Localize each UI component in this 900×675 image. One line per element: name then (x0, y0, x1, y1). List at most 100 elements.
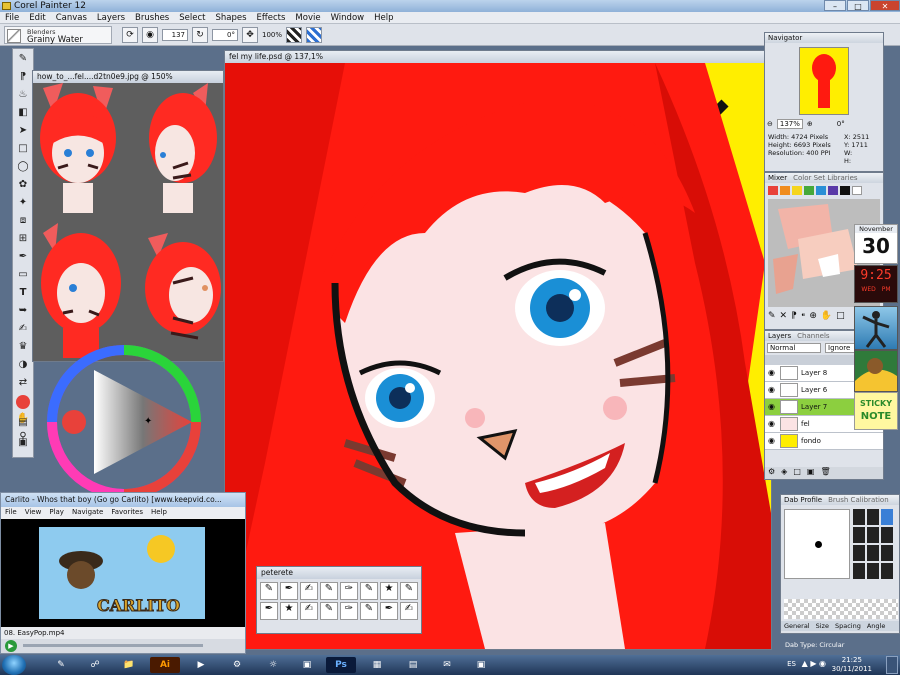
oval-select-icon[interactable]: ◯ (14, 159, 32, 175)
explorer-taskbar-icon[interactable]: 📁 (114, 657, 144, 673)
mixer-clear-icon[interactable]: □ (836, 311, 845, 321)
angle-field[interactable]: 0° (212, 29, 238, 41)
profile-swatch[interactable] (881, 563, 893, 579)
star-brush-icon[interactable]: ★ (280, 602, 298, 620)
mirror-icon[interactable]: ⇄ (14, 375, 32, 391)
media-player-taskbar-icon[interactable]: ▶ (186, 657, 216, 673)
layer-adjuster-icon[interactable]: ➤ (14, 123, 32, 139)
composite-method-select[interactable]: Normal (767, 343, 821, 353)
layer-commands-icon[interactable]: ⚙ (768, 467, 775, 479)
brush-tool-icon[interactable]: ✎ (14, 51, 32, 67)
cloner-icon[interactable]: ✍ (14, 321, 32, 337)
visibility-eye-icon[interactable]: ◉ (768, 437, 775, 445)
dropper-icon[interactable]: ⁋ (14, 69, 32, 85)
tab-size[interactable]: Size (816, 621, 829, 631)
tab-layers[interactable]: Layers (768, 331, 791, 341)
tab-channels[interactable]: Channels (797, 331, 829, 341)
profile-swatch[interactable] (867, 545, 879, 561)
new-layer-icon[interactable]: □ (793, 467, 801, 479)
profile-swatch[interactable] (881, 509, 893, 525)
start-button[interactable] (2, 655, 26, 675)
tab-spacing[interactable]: Spacing (835, 621, 861, 631)
brush-icon[interactable]: ✍ (300, 602, 318, 620)
color-wheel-panel[interactable]: ✦ (46, 344, 202, 500)
checker-icon[interactable] (286, 27, 303, 43)
brush-icon[interactable]: ✒ (260, 602, 278, 620)
main-color-swatch[interactable] (16, 395, 30, 409)
profile-swatch[interactable] (853, 509, 865, 525)
eraser-icon[interactable]: ◧ (14, 105, 32, 121)
brush-icon[interactable]: ✎ (360, 582, 378, 600)
clock-gadget[interactable]: 9:25 WED PM (854, 265, 898, 303)
swatch-orange[interactable] (780, 186, 790, 195)
menu-canvas[interactable]: Canvas (51, 12, 92, 23)
menu-select[interactable]: Select (174, 12, 210, 23)
player-menu-file[interactable]: File (5, 507, 17, 518)
close-button[interactable]: ✕ (870, 0, 900, 11)
brush-size-icon[interactable]: ◉ (142, 27, 158, 43)
tab-color-set-libraries[interactable]: Color Set Libraries (793, 173, 857, 183)
brush-icon[interactable]: ✍ (300, 582, 318, 600)
custom-brush-palette[interactable]: peterete ✎ ✒ ✍ ✎ ✑ ✎ ★ ✎ ✒ ★ ✍ ✎ ✑ ✎ ✒ ✍ (256, 566, 422, 634)
brush-selector[interactable]: Blenders Grainy Water (4, 26, 112, 45)
screen-mode-icon[interactable]: ▣ (14, 435, 32, 451)
ie-taskbar-icon[interactable]: ☍ (80, 657, 110, 673)
player-menu-view[interactable]: View (25, 507, 42, 518)
visibility-eye-icon[interactable]: ◉ (768, 403, 775, 411)
video-area[interactable]: CARLITO (1, 519, 245, 627)
brush-icon[interactable]: ✎ (360, 602, 378, 620)
transform-icon[interactable]: ⧈ (14, 213, 32, 229)
system-clock[interactable]: 21:25 30/11/2011 (832, 656, 872, 674)
brush-icon[interactable]: ✎ (320, 582, 338, 600)
tab-mixer[interactable]: Mixer (768, 173, 787, 183)
brush-icon[interactable]: ✒ (380, 602, 398, 620)
player-menu-favorites[interactable]: Favorites (111, 507, 143, 518)
reference-window[interactable]: how_to_...fel....d2tn0e9.jpg @ 150% (32, 70, 224, 362)
profile-swatch[interactable] (853, 563, 865, 579)
document-window[interactable]: fel my life.psd @ 137,1% (224, 50, 772, 650)
sticky-note-gadget[interactable]: STICKY NOTE (854, 392, 898, 430)
brush-icon[interactable]: ✒ (280, 582, 298, 600)
dodge-icon[interactable]: ◑ (14, 357, 32, 373)
layer-row[interactable]: ◉ fondo (765, 433, 883, 450)
swatch-blue[interactable] (816, 186, 826, 195)
magic-wand-icon[interactable]: ✦ (14, 195, 32, 211)
zoom-out-icon[interactable]: ⊖ (767, 120, 773, 128)
text-icon[interactable]: T (14, 285, 32, 301)
brush-icon[interactable]: ✑ (340, 582, 358, 600)
desktop-taskbar-icon[interactable]: ▣ (466, 657, 496, 673)
tray-icons[interactable]: ▲ ▶ ◉ (802, 659, 826, 668)
mixer-zoom-icon[interactable]: ⊕ (809, 311, 817, 321)
brush-icon[interactable]: ✍ (400, 602, 418, 620)
calendar-taskbar-icon[interactable]: ▤ (398, 657, 428, 673)
layer-mask-icon[interactable]: ▣ (807, 467, 815, 479)
brush-icon[interactable]: ✎ (260, 582, 278, 600)
swatch-yellow[interactable] (792, 186, 802, 195)
brush-icon[interactable]: ✑ (340, 602, 358, 620)
visibility-eye-icon[interactable]: ◉ (768, 420, 775, 428)
reference-canvas[interactable] (33, 83, 223, 361)
swatch-purple[interactable] (828, 186, 838, 195)
reset-tool-icon[interactable]: ⟳ (122, 27, 138, 43)
app2-taskbar-icon[interactable]: ▦ (362, 657, 392, 673)
menu-help[interactable]: Help (369, 12, 398, 23)
media-player-window[interactable]: Carlito - Whos that boy (Go go Carlito) … (0, 492, 246, 654)
profile-swatch[interactable] (881, 527, 893, 543)
star-brush-icon[interactable]: ★ (380, 582, 398, 600)
photoshop-taskbar-icon[interactable]: Ps (326, 657, 356, 673)
paint-bucket-icon[interactable]: ♨ (14, 87, 32, 103)
profile-swatch[interactable] (867, 563, 879, 579)
document-canvas[interactable] (225, 63, 771, 649)
player-menu-help[interactable]: Help (151, 507, 167, 518)
swatch-black[interactable] (840, 186, 850, 195)
swatch-red[interactable] (768, 186, 778, 195)
mixer-brush-icon[interactable]: ✎ (768, 311, 776, 321)
tab-brush-calibration[interactable]: Brush Calibration (828, 495, 889, 505)
mixer-multi-dropper-icon[interactable]: ⁌ (801, 311, 806, 321)
picture-gadget[interactable] (854, 350, 898, 392)
menu-window[interactable]: Window (326, 12, 370, 23)
profile-swatch[interactable] (867, 509, 879, 525)
mixer-knife-icon[interactable]: ✕ (780, 311, 788, 321)
menu-layers[interactable]: Layers (92, 12, 130, 23)
menu-file[interactable]: File (0, 12, 24, 23)
